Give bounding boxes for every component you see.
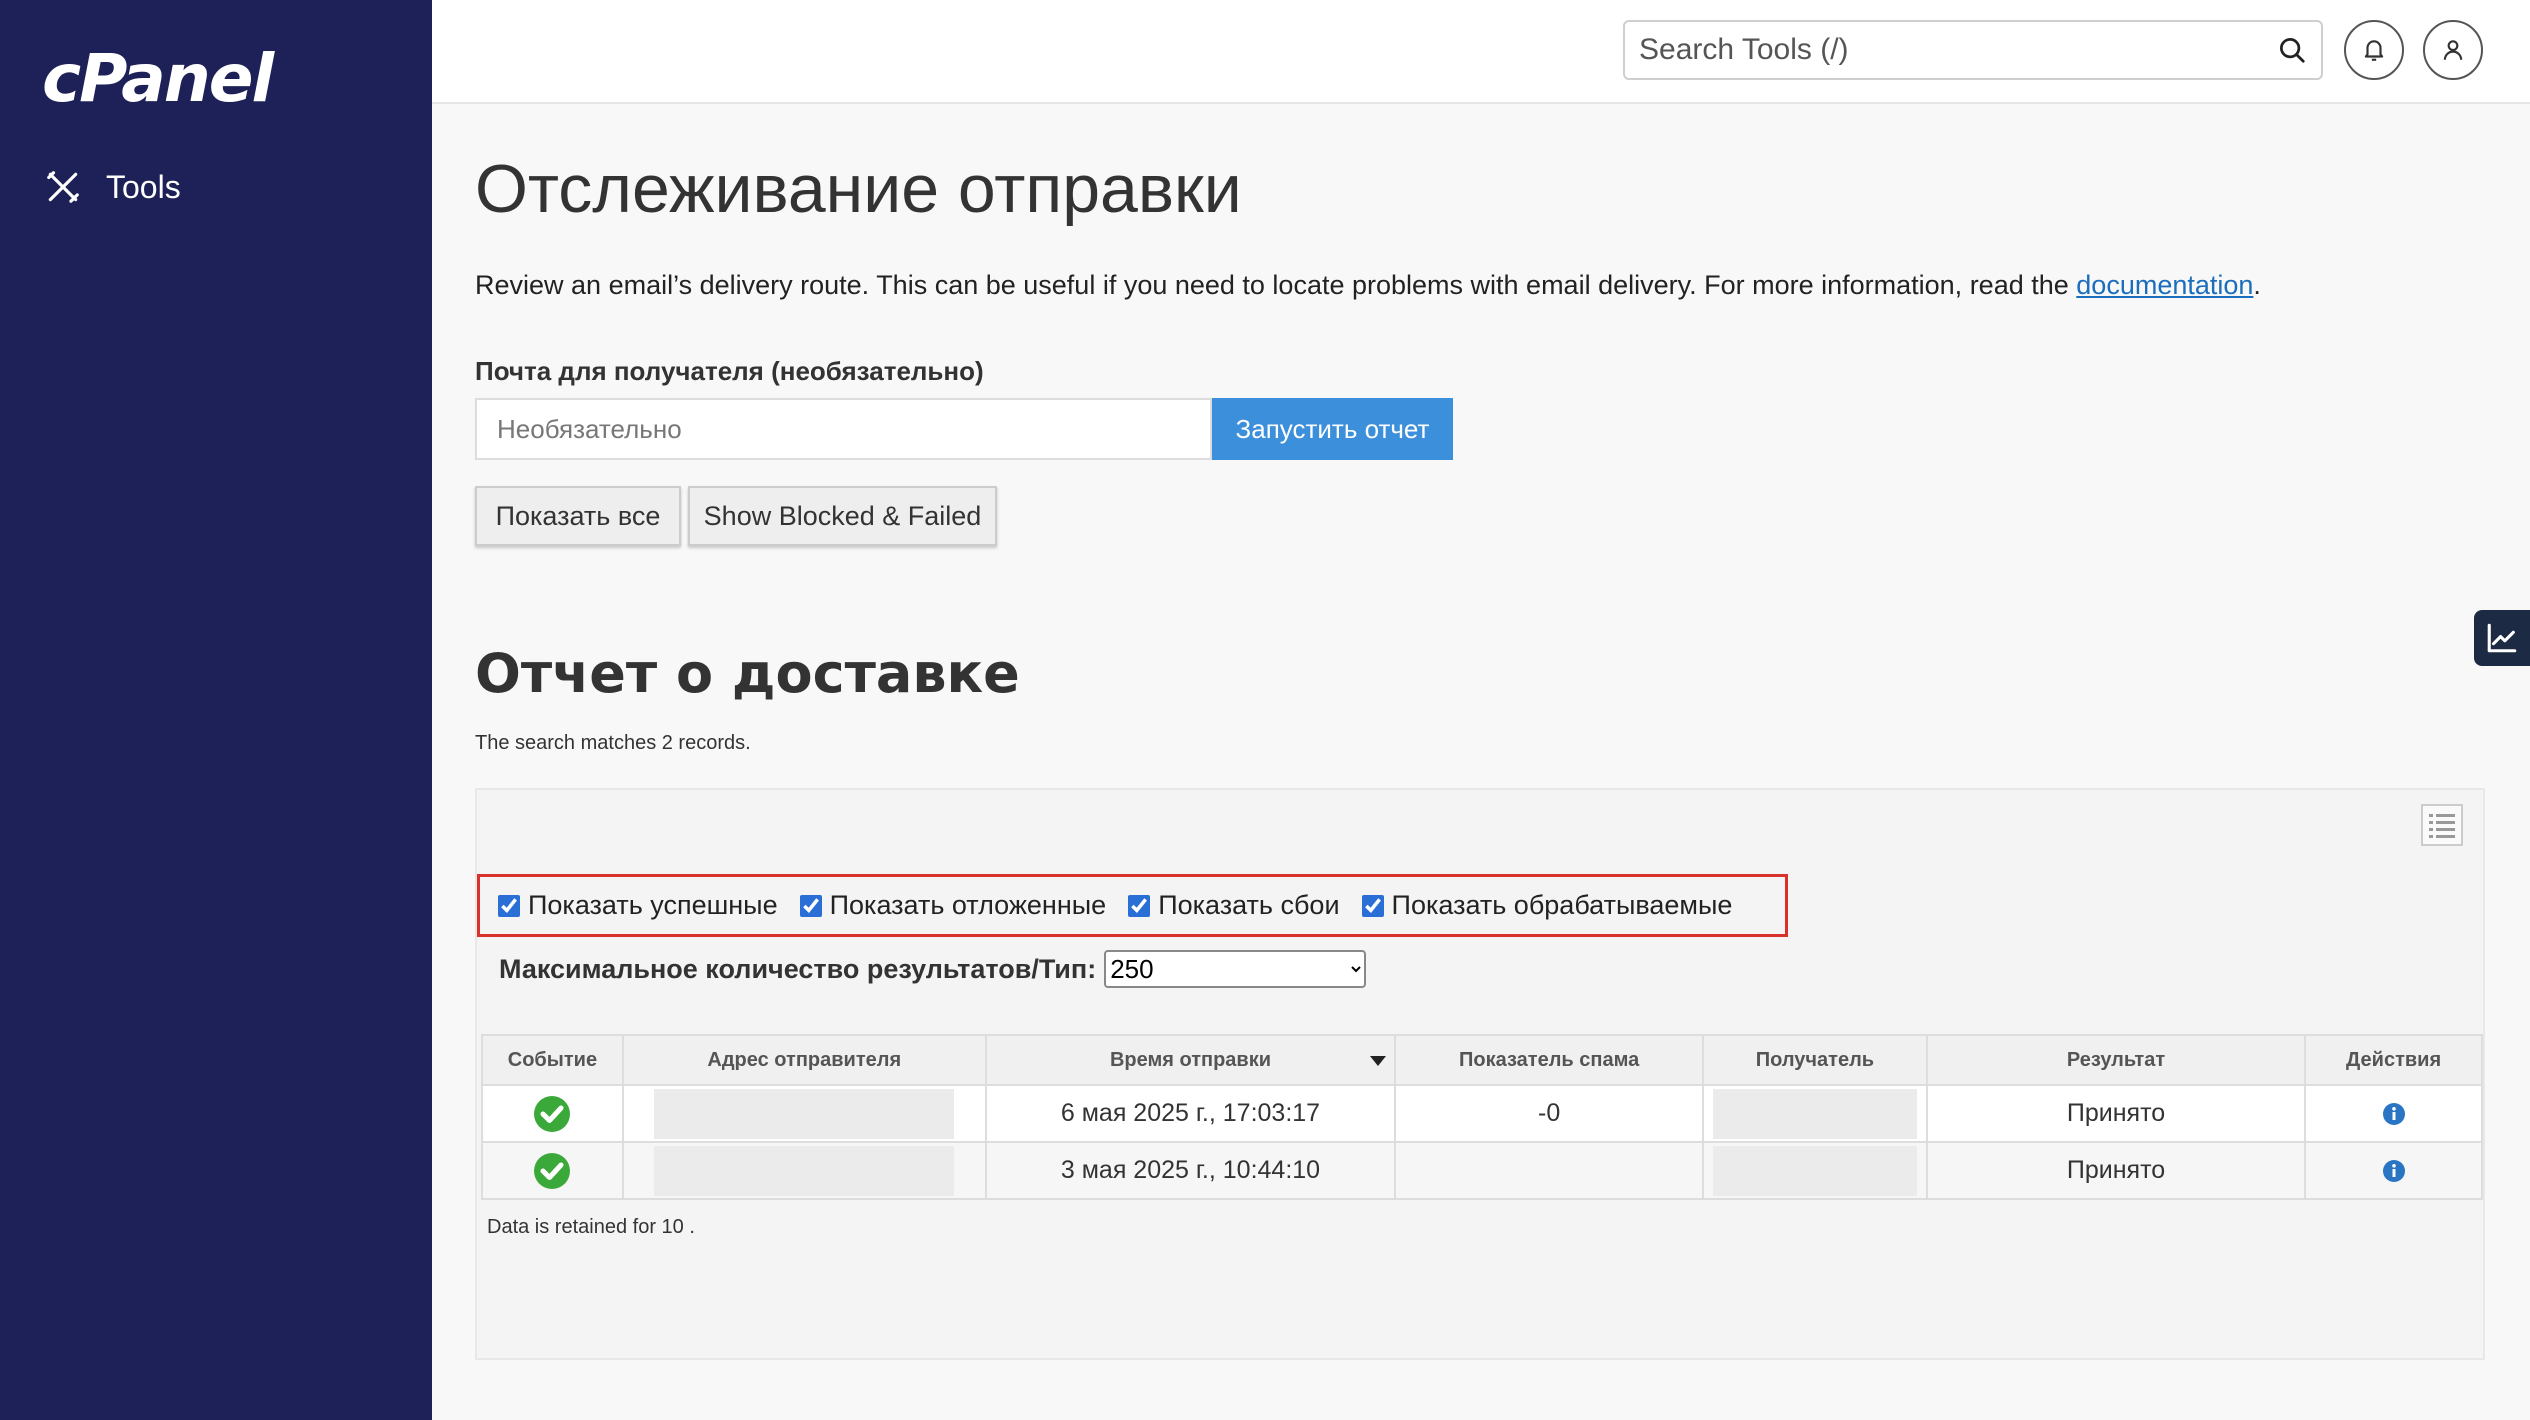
chart-trend-icon	[2487, 623, 2517, 653]
notifications-button[interactable]	[2344, 20, 2404, 80]
sort-desc-icon	[1370, 1056, 1387, 1066]
column-header-actions: Действия	[2304, 1034, 2483, 1086]
user-icon	[2443, 40, 2463, 60]
filter-in-progress[interactable]: Показать обрабатываемые	[1361, 890, 1733, 921]
filter-success-label: Показать успешные	[528, 890, 778, 920]
cpanel-logo[interactable]: cPanel	[42, 40, 274, 117]
report-panel: Показать успешные Показать отложенные По…	[475, 788, 2485, 1360]
filter-deferred-label: Показать отложенные	[829, 890, 1107, 920]
filter-deferred[interactable]: Показать отложенные	[799, 890, 1107, 921]
description-text: Review an email’s delivery route. This c…	[475, 270, 2077, 300]
filter-success[interactable]: Показать успешные	[498, 890, 778, 921]
filter-failures-label: Показать сбои	[1158, 890, 1340, 920]
max-results-label: Максимальное количество результатов/Тип:	[499, 953, 1097, 984]
search-icon[interactable]	[2277, 35, 2307, 65]
column-header-send-time-label: Время отправки	[1109, 1048, 1272, 1071]
search-box[interactable]	[1623, 20, 2323, 80]
recipient-cell	[1701, 1084, 1928, 1143]
top-header	[432, 0, 2530, 104]
redacted-recipient	[1712, 1145, 1917, 1196]
table-row: 6 мая 2025 г., 17:03:17 -0 Принято	[481, 1084, 2483, 1143]
result-cell: Принято	[1925, 1084, 2307, 1143]
info-icon[interactable]	[2382, 1102, 2406, 1126]
search-input[interactable]	[1625, 33, 2245, 67]
match-count: The search matches 2 records.	[475, 732, 751, 754]
send-time-cell: 3 мая 2025 г., 10:44:10	[984, 1141, 1397, 1200]
recipient-email-input[interactable]	[475, 398, 1212, 460]
spam-score-cell: -0	[1394, 1084, 1704, 1143]
bell-icon	[2364, 40, 2384, 61]
max-results-select[interactable]: 250	[1104, 950, 1367, 988]
actions-cell	[2304, 1141, 2483, 1200]
sender-cell	[621, 1141, 987, 1200]
filter-failures-checkbox[interactable]	[1128, 894, 1151, 917]
info-icon[interactable]	[2382, 1159, 2406, 1183]
sender-cell	[621, 1084, 987, 1143]
filter-in-progress-checkbox[interactable]	[1361, 894, 1384, 917]
user-menu-button[interactable]	[2423, 20, 2483, 80]
list-icon	[2429, 814, 2455, 838]
retention-note: Data is retained for 10 .	[487, 1216, 695, 1238]
page-description: Review an email’s delivery route. This c…	[475, 270, 2261, 301]
sidebar-item-tools[interactable]: Tools	[44, 168, 181, 206]
redacted-sender	[654, 1088, 955, 1139]
show-blocked-failed-button[interactable]: Show Blocked & Failed	[688, 486, 997, 546]
column-toggle-button[interactable]	[2421, 804, 2463, 846]
filter-deferred-checkbox[interactable]	[799, 894, 822, 917]
result-cell: Принято	[1925, 1141, 2307, 1200]
recipient-label: Почта для получателя (необязательно)	[475, 356, 984, 386]
show-all-button[interactable]: Показать все	[475, 486, 681, 546]
analytics-tab[interactable]	[2474, 610, 2530, 666]
filter-in-progress-label: Показать обрабатываемые	[1391, 890, 1733, 920]
column-header-recipient[interactable]: Получатель	[1701, 1034, 1928, 1086]
column-header-event[interactable]: Событие	[481, 1034, 624, 1086]
redacted-recipient	[1712, 1088, 1917, 1139]
event-cell	[481, 1141, 624, 1200]
sidebar: cPanel Tools	[0, 0, 432, 1420]
success-check-icon	[534, 1095, 571, 1132]
tools-icon	[47, 171, 79, 203]
column-header-result[interactable]: Результат	[1925, 1034, 2307, 1086]
event-cell	[481, 1084, 624, 1143]
documentation-link[interactable]: documentation	[2076, 270, 2253, 300]
status-filters: Показать успешные Показать отложенные По…	[477, 874, 1788, 937]
column-header-spam-score[interactable]: Показатель спама	[1394, 1034, 1704, 1086]
spam-score-cell	[1394, 1141, 1704, 1200]
report-title: Отчет о доставке	[475, 642, 1020, 705]
max-results-row: Максимальное количество результатов/Тип:…	[499, 950, 1367, 988]
actions-cell	[2304, 1084, 2483, 1143]
redacted-sender	[654, 1145, 955, 1196]
send-time-cell: 6 мая 2025 г., 17:03:17	[984, 1084, 1397, 1143]
run-report-button[interactable]: Запустить отчет	[1212, 398, 1453, 460]
page-title: Отслеживание отправки	[475, 151, 1242, 227]
filter-success-checkbox[interactable]	[498, 894, 520, 917]
column-header-sender[interactable]: Адрес отправителя	[621, 1034, 987, 1086]
table-row: 3 мая 2025 г., 10:44:10 Принято	[481, 1141, 2483, 1200]
description-end: .	[2253, 270, 2261, 300]
recipient-cell	[1701, 1141, 1928, 1200]
column-header-send-time[interactable]: Время отправки	[984, 1034, 1397, 1086]
filter-failures[interactable]: Показать сбои	[1128, 890, 1340, 921]
success-check-icon	[534, 1152, 571, 1189]
delivery-report-table: Событие Адрес отправителя Время отправки…	[481, 1034, 2483, 1200]
sidebar-item-label: Tools	[106, 168, 181, 205]
